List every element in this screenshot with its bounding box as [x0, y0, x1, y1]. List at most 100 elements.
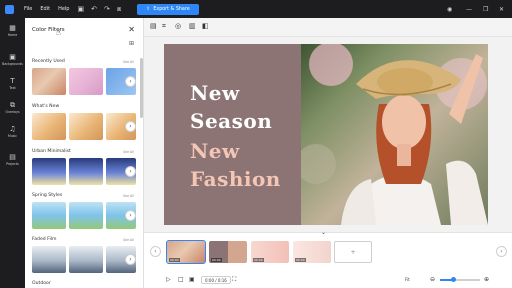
timeline-next-icon[interactable]: › — [496, 246, 507, 257]
next-arrow-icon[interactable]: › — [125, 166, 136, 177]
see-all-link[interactable]: See All — [123, 194, 134, 198]
color-filters-panel: Color Filters ✕ Recently Used See All › … — [25, 18, 144, 288]
panel-scrollbar[interactable] — [140, 58, 143, 118]
filter-thumbnail[interactable] — [69, 246, 103, 273]
close-window-icon[interactable]: ✕ — [499, 0, 504, 18]
filter-row-faded-film — [32, 246, 136, 273]
headline-line-3[interactable]: New — [190, 140, 240, 162]
filter-thumbnail[interactable] — [32, 158, 66, 185]
nav-label: Overlays — [5, 110, 20, 114]
replace-icon[interactable]: ▥ — [189, 22, 196, 30]
category-title: Faded Film — [32, 237, 57, 242]
menu-edit[interactable]: Edit — [40, 6, 50, 12]
category-title: What's New — [32, 104, 60, 109]
app-logo-icon — [0, 0, 18, 18]
headline-line-2[interactable]: Season — [190, 110, 272, 132]
text-icon: T — [10, 77, 15, 85]
title-bar: File Edit Help ▣ ↶ ↷ ⧈ ⇪ Export & Share … — [0, 0, 512, 18]
filter-row-whats-new — [32, 113, 136, 140]
category-title: Urban Minimalist — [32, 149, 71, 154]
minimize-icon[interactable]: — — [466, 0, 472, 18]
filter-thumbnail[interactable] — [69, 158, 103, 185]
nav-label: Projects — [6, 162, 19, 166]
filter-thumbnail[interactable] — [69, 113, 103, 140]
filter-thumbnail[interactable] — [32, 68, 66, 95]
play-icon[interactable]: ▷ — [166, 276, 171, 284]
zoom-slider[interactable] — [440, 279, 480, 281]
zoom-out-icon[interactable]: ⊖ — [430, 276, 435, 284]
see-all-link[interactable]: See All — [123, 238, 134, 242]
profile-icon[interactable]: ◉ — [447, 0, 452, 18]
grid-view-icon[interactable]: ⊞ — [129, 40, 134, 47]
nav-item-projects[interactable]: ▤ Projects — [0, 153, 25, 166]
next-arrow-icon[interactable]: › — [125, 76, 136, 87]
undo-icon[interactable]: ↶ — [91, 5, 97, 13]
crop-tool-icon[interactable]: ⌗ — [162, 22, 166, 31]
nav-label: Home — [7, 33, 18, 37]
filter-thumbnail[interactable] — [32, 246, 66, 273]
timeline-clip[interactable]: 00:04 — [209, 241, 247, 263]
filter-tool-icon[interactable]: ◎ — [175, 22, 181, 30]
collapse-timeline-icon[interactable]: ⌄ — [321, 229, 326, 236]
save-icon[interactable]: ▣ — [77, 5, 84, 13]
timeline-clip[interactable]: 00:04 — [293, 241, 331, 263]
zoom-select[interactable]: Fit — [405, 276, 410, 284]
filter-thumbnail[interactable] — [69, 68, 103, 95]
close-icon[interactable]: ✕ — [128, 25, 135, 34]
filter-row-recently-used — [32, 68, 136, 95]
zoom-in-icon[interactable]: ⊕ — [484, 276, 489, 284]
restore-icon[interactable]: ❐ — [483, 0, 488, 18]
filter-thumbnail[interactable] — [32, 113, 66, 140]
nav-item-overlays[interactable]: ⧉ Overlays — [0, 101, 25, 114]
app-window: File Edit Help ▣ ↶ ↷ ⧈ ⇪ Export & Share … — [0, 0, 512, 288]
headline-line-1[interactable]: New — [190, 82, 240, 104]
slide-canvas[interactable]: New Season New Fashion — [164, 44, 488, 225]
see-all-link[interactable]: See All — [123, 60, 134, 64]
timeline-prev-icon[interactable]: ‹ — [150, 246, 161, 257]
next-arrow-icon[interactable]: › — [125, 254, 136, 265]
music-icon: ♫ — [9, 125, 16, 133]
nav-item-backgrounds[interactable]: ▣ Backgrounds — [0, 53, 25, 66]
clip-duration: 00:04 — [295, 258, 306, 262]
layout-icon[interactable]: ▤ — [150, 22, 157, 30]
nav-item-music[interactable]: ♫ Music — [0, 125, 25, 138]
timeline-clip[interactable]: 00:04 — [166, 240, 206, 264]
redo-icon[interactable]: ↷ — [104, 5, 110, 13]
next-arrow-icon[interactable]: › — [125, 210, 136, 221]
stop-icon[interactable]: □ — [178, 276, 184, 284]
export-share-button[interactable]: ⇪ Export & Share — [137, 3, 199, 15]
next-arrow-icon[interactable]: › — [125, 121, 136, 132]
add-clip-button[interactable]: + — [334, 241, 372, 263]
zoom-slider-knob[interactable] — [451, 277, 456, 282]
category-title: Recently Used — [32, 59, 65, 64]
category-title: Outdoor — [32, 281, 51, 286]
fullscreen-icon[interactable]: ⛶ — [232, 276, 236, 284]
slide-color-block: New Season New Fashion — [164, 44, 301, 225]
nav-label: Text — [9, 86, 16, 90]
menu-file[interactable]: File — [24, 6, 32, 12]
adjust-icon[interactable]: ◧ — [202, 22, 209, 30]
clip-duration: 00:04 — [169, 258, 180, 262]
headline-line-4[interactable]: Fashion — [190, 168, 281, 190]
export-icon: ⇪ — [146, 6, 151, 12]
see-all-link[interactable]: See All — [123, 150, 134, 154]
nav-item-home[interactable]: ▦ Home — [0, 24, 25, 37]
nav-label: Music — [7, 134, 18, 138]
crop-icon[interactable]: ⧈ — [117, 5, 121, 13]
filter-row-spring-styles — [32, 202, 136, 229]
timeline-clip[interactable]: 00:04 — [251, 241, 289, 263]
woman-illustration — [301, 44, 488, 225]
filter-thumbnail[interactable] — [32, 202, 66, 229]
home-icon: ▦ — [9, 24, 16, 32]
volume-icon[interactable]: ▣ — [189, 276, 195, 284]
filter-thumbnail[interactable] — [69, 202, 103, 229]
nav-label: Backgrounds — [2, 62, 23, 66]
category-title: Spring Styles — [32, 193, 63, 198]
time-display: 0:00 / 0:16 — [201, 276, 231, 284]
clip-duration: 00:04 — [211, 258, 222, 262]
nav-item-text[interactable]: T Text — [0, 77, 25, 90]
slide-photo-woman[interactable] — [301, 44, 488, 225]
filter-row-urban-minimalist — [32, 158, 136, 185]
menu-help[interactable]: Help — [58, 6, 69, 12]
mouse-cursor-icon: ☝ — [56, 28, 61, 37]
